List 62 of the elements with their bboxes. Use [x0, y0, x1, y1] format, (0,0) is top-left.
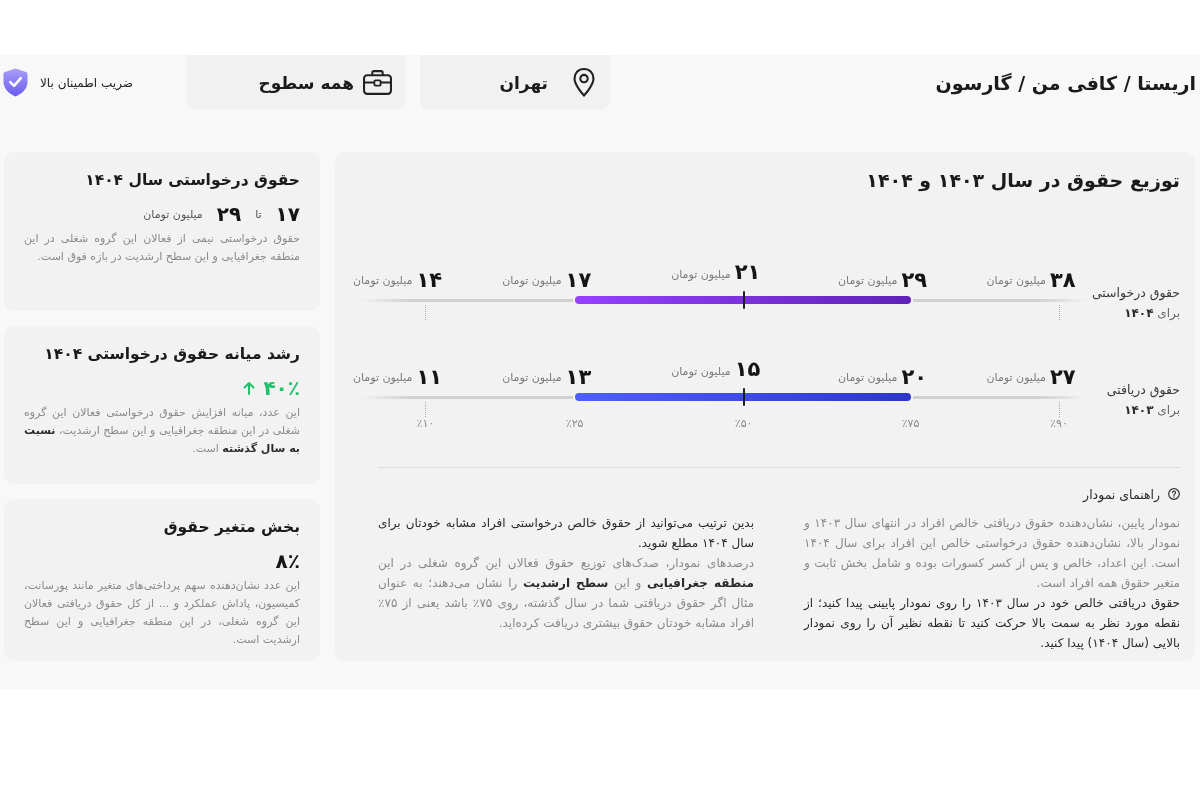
card-title: بخش متغیر حقوق — [162, 517, 300, 538]
series-label: حقوق دریافتی — [1106, 381, 1180, 400]
salary-amount: ۲۷ — [1050, 365, 1076, 389]
percentile-tick — [425, 305, 427, 320]
percentile-label: ٪۹۰ — [1050, 416, 1068, 432]
legend-paragraph: درصدهای نمودار، صدک‌های توزیع حقوق فعالان این گروه شغلی در این منطقه جغرافیایی و این سطح ارشدیت را نشان می‌دهند؛ به عنوان مثال اگر حقوق دریافتی شما در سال گذشته، روی ۷۵٪ باشد یعنی از ۷۵٪ افراد مشابه خودتان حقوق بیشتری دریافت کرده‌اید. — [378, 555, 754, 632]
card-description: این عدد نشان‌دهنده سهم پرداختی‌های متغیر مانند پورسانت، کمیسیون، پاداش عملکرد و ... از کل حقوق دریافتی فعالان این گروه شغلی، در این منطقه جغرافیایی و این سطح ارشدیت است. — [24, 578, 300, 648]
salary-amount: ۳۸ — [1050, 268, 1076, 292]
median-marker — [742, 291, 746, 309]
salary-amount: ۱۳ — [565, 365, 592, 389]
unit-label: میلیون تومان — [671, 365, 731, 379]
map-pin-icon — [573, 68, 595, 97]
percentile-label: ٪۵۰ — [734, 416, 753, 432]
unit-label: میلیون تومان — [986, 371, 1046, 385]
percentile-tick — [1059, 402, 1060, 417]
unit-label: میلیون تومان — [502, 371, 562, 385]
card-description: این عدد، میانه افزایش حقوق درخواستی فعالان این گروه شغلی در این منطقه جغرافیایی و این سطح ارشدیت، نسبت به سال گذشته است. — [24, 404, 300, 457]
growth-value: ۴۰٪ — [263, 375, 300, 400]
percentile-label: ٪۲۵ — [565, 416, 584, 432]
legend-title: راهنمای نمودار — [1083, 486, 1160, 502]
salary-amount: ۱۵ — [734, 357, 761, 381]
unit-label: میلیون تومان — [838, 371, 898, 385]
unit-label: میلیون تومان — [502, 274, 562, 288]
range-separator: تا — [255, 207, 262, 221]
card-title: رشد میانه حقوق درخواستی ۱۴۰۴ — [43, 343, 300, 365]
location-filter[interactable]: تهران — [420, 55, 610, 110]
unit-label: میلیون تومان — [143, 207, 203, 221]
question-mark-icon — [1168, 488, 1180, 500]
percentile-label: ٪۷۵ — [901, 416, 920, 432]
unit-label: میلیون تومان — [352, 371, 413, 385]
legend-paragraph: بدین ترتیب می‌توانید از حقوق خالص درخواستی افراد مشابه خودتان برای سال ۱۴۰۴ مطلع شوید. — [378, 515, 754, 553]
arrow-up-icon — [243, 380, 256, 395]
legend-paragraph: نمودار پایین، نشان‌دهنده حقوق دریافتی خالص افراد در انتهای سال ۱۴۰۳ و نمودار بالا، نشان‌دهنده حقوق درخواستی خالص این افراد برای سال ۱۴۰۴ است. این اعداد، خالص و پس از کسر کسورات بوده و شامل بخش ثابت و متغیر حقوق همه افراد است. — [804, 515, 1180, 593]
salary-amount: ۲۱ — [734, 260, 761, 284]
percent-value: ۸٪ — [275, 549, 300, 573]
salary-amount: ۲۰ — [901, 365, 928, 389]
range-max: ۲۹ — [216, 202, 242, 226]
salary-amount: ۱۴ — [416, 268, 443, 292]
job-title-breadcrumb: اریستا / کافی من / گارسون — [935, 71, 1196, 94]
level-filter[interactable]: همه سطوح — [186, 55, 405, 110]
percentile-tick — [1059, 305, 1060, 320]
unit-label: میلیون تومان — [986, 274, 1046, 288]
card-title: حقوق درخواستی سال ۱۴۰۴ — [84, 170, 300, 191]
salary-amount: ۱۱ — [416, 365, 443, 389]
salary-amount: ۲۹ — [901, 268, 928, 292]
chart-title: توزیع حقوق در سال ۱۴۰۳ و ۱۴۰۴ — [865, 168, 1180, 194]
shield-check-icon — [3, 68, 28, 97]
briefcase-icon — [363, 70, 392, 95]
percentile-tick — [425, 402, 427, 417]
unit-label: میلیون تومان — [352, 274, 413, 288]
unit-label: میلیون تومان — [838, 274, 898, 288]
percentile-label: ٪۱۰ — [416, 416, 435, 432]
series-year: برای ۱۴۰۴ — [1124, 305, 1180, 322]
legend-paragraph: حقوق دریافتی خالص خود در سال ۱۴۰۳ را روی نمودار پایینی پیدا کنید؛ از نقطه مورد نظر به سمت بالا حرکت کنید تا نقطه نظیر آن را روی نمودار بالایی (سال ۱۴۰۴) پیدا کنید. — [804, 595, 1180, 652]
salary-amount: ۱۷ — [565, 268, 592, 292]
confidence-label: ضریب اطمینان بالا — [40, 75, 133, 90]
series-label: حقوق درخواستی — [1091, 284, 1180, 303]
unit-label: میلیون تومان — [671, 268, 731, 282]
range-min: ۱۷ — [275, 202, 300, 226]
card-description: حقوق درخواستی نیمی از فعالان این گروه شغلی در این منطقه جغرافیایی و این سطح ارشدیت در بازه فوق است. — [24, 231, 300, 265]
median-marker — [742, 388, 746, 406]
series-year: برای ۱۴۰۳ — [1124, 402, 1180, 419]
